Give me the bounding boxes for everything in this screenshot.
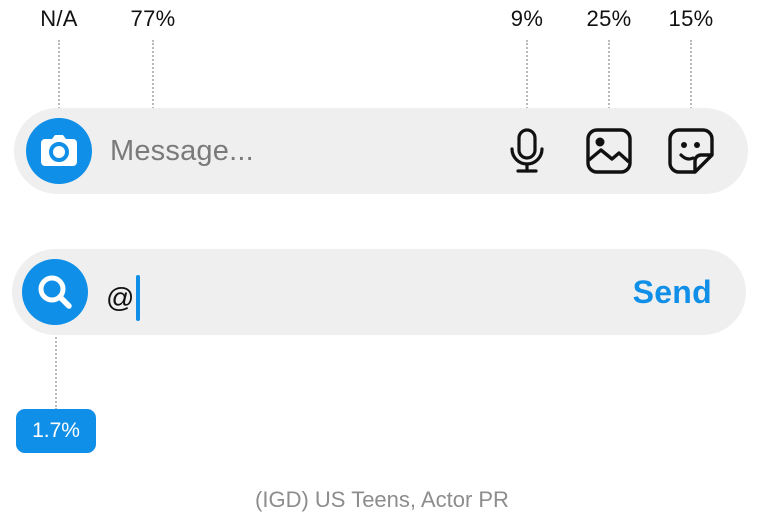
message-input-placeholder[interactable]: Message... (110, 134, 254, 168)
message-composer-bar: Message... (14, 108, 748, 194)
footer-caption: (IGD) US Teens, Actor PR (255, 487, 509, 512)
leader-line-message-field (152, 40, 154, 112)
stat-gallery-label: 25% (586, 6, 632, 31)
camera-button[interactable] (26, 118, 92, 184)
gallery-icon (585, 127, 633, 175)
search-icon (35, 272, 75, 312)
mention-input-text: @ (106, 282, 135, 313)
camera-icon (38, 130, 80, 172)
gallery-button[interactable] (584, 126, 634, 176)
stat-search-badge: 1.7% (16, 409, 96, 453)
leader-line-mic (526, 40, 528, 112)
text-caret (136, 275, 141, 321)
mention-input[interactable]: @ (106, 275, 141, 321)
stat-message-field-label: 77% (130, 6, 176, 31)
search-button[interactable] (22, 259, 88, 325)
stat-camera-label: N/A (40, 6, 78, 31)
send-button[interactable]: Send (633, 273, 712, 311)
microphone-button[interactable] (502, 126, 552, 176)
microphone-icon (507, 127, 547, 175)
leader-line-sticker (690, 40, 692, 112)
leader-line-search (55, 330, 57, 410)
stat-sticker-label: 15% (668, 6, 714, 31)
leader-line-camera (58, 40, 60, 112)
sticker-icon (667, 127, 715, 175)
stat-mic-label: 9% (510, 6, 544, 31)
sticker-button[interactable] (666, 126, 716, 176)
leader-line-gallery (608, 40, 610, 112)
mention-composer-bar: @ Send (12, 249, 746, 335)
